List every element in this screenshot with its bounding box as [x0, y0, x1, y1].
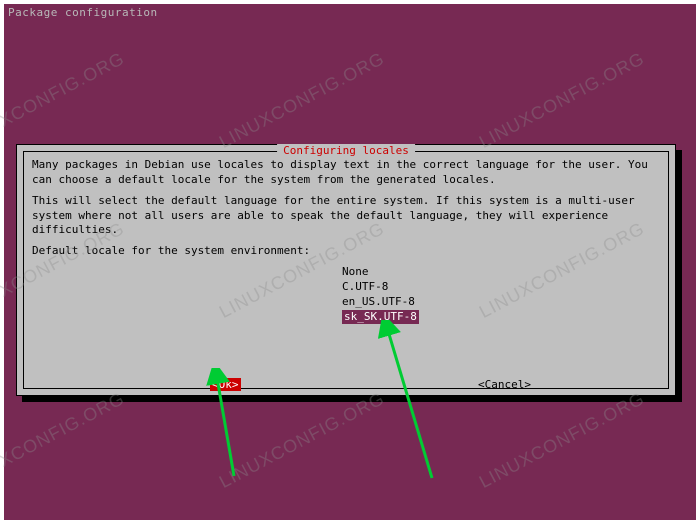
- dialog-content: Many packages in Debian use locales to d…: [24, 152, 668, 330]
- dialog-paragraph-1: Many packages in Debian use locales to d…: [32, 158, 660, 188]
- dialog-paragraph-2: This will select the default language fo…: [32, 194, 660, 239]
- dialog-title-text: Configuring locales: [283, 144, 409, 157]
- dialog-prompt: Default locale for the system environmen…: [32, 244, 660, 259]
- cancel-button[interactable]: <Cancel>: [478, 378, 531, 391]
- locale-option-sk-sk-utf8[interactable]: sk_SK.UTF-8: [342, 310, 419, 325]
- terminal-background: Package configuration Configuring locale…: [4, 4, 696, 520]
- dialog-frame: Configuring locales Many packages in Deb…: [23, 151, 669, 389]
- ok-button[interactable]: <Ok>: [210, 378, 241, 391]
- dialog-title: Configuring locales: [277, 144, 415, 157]
- locale-options-list[interactable]: None C.UTF-8 en_US.UTF-8 sk_SK.UTF-8: [342, 265, 660, 324]
- locale-option-c-utf8[interactable]: C.UTF-8: [342, 280, 388, 295]
- config-dialog: Configuring locales Many packages in Deb…: [16, 144, 676, 396]
- locale-option-none[interactable]: None: [342, 265, 369, 280]
- window-header: Package configuration: [4, 4, 696, 21]
- locale-option-en-us-utf8[interactable]: en_US.UTF-8: [342, 295, 415, 310]
